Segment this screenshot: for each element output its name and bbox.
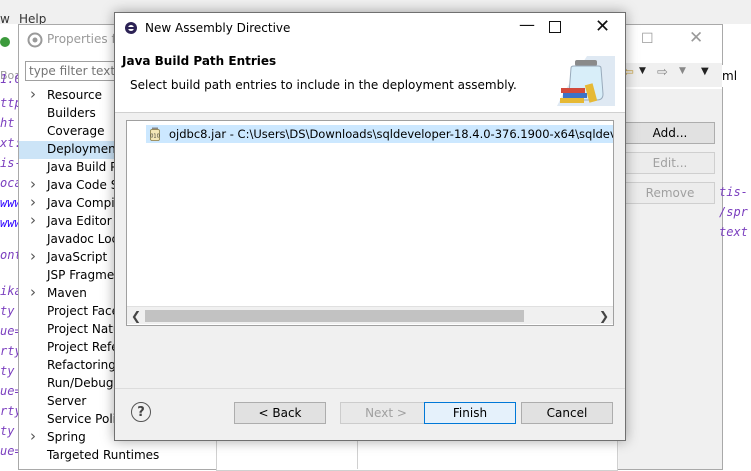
back-dropdown-icon[interactable]: ▼ bbox=[639, 66, 646, 76]
tree-item-label: Project Facet bbox=[47, 304, 124, 318]
close-icon[interactable]: ✕ bbox=[689, 28, 703, 48]
cancel-button[interactable]: Cancel bbox=[521, 402, 613, 424]
tree-item-label: Targeted Runtimes bbox=[47, 448, 160, 462]
entry-label: ojdbc8.jar - C:\Users\DS\Downloads\sqlde… bbox=[169, 127, 613, 141]
tree-item-label: Deployment bbox=[47, 142, 121, 156]
tree-item-label: Project Refer bbox=[47, 340, 124, 354]
eclipse-app-icon bbox=[125, 22, 137, 34]
forward-dropdown-icon[interactable]: ▼ bbox=[679, 66, 686, 76]
edit-button[interactable]: Edit... bbox=[625, 152, 715, 174]
dialog-titlebar: New Assembly Directive — ✕ bbox=[115, 13, 625, 44]
tree-item-label: Server bbox=[47, 394, 87, 408]
code-fragment: tis- bbox=[719, 185, 748, 199]
tree-item-label: Resource bbox=[47, 88, 103, 102]
dialog-title: New Assembly Directive bbox=[145, 21, 291, 35]
maximize-icon[interactable]: ☐ bbox=[641, 31, 654, 47]
run-icon bbox=[0, 37, 10, 47]
scrollbar-thumb[interactable] bbox=[145, 310, 524, 322]
dialog-header: Java Build Path Entries Select build pat… bbox=[115, 44, 625, 113]
properties-app-icon bbox=[27, 32, 43, 48]
editor-tab-tail-label: ml bbox=[722, 69, 738, 83]
add-button[interactable]: Add... bbox=[625, 122, 715, 144]
view-menu-icon[interactable]: ▼ bbox=[701, 66, 709, 77]
tree-item-label: Java Editor bbox=[47, 214, 112, 228]
code-fragment: ht bbox=[0, 116, 15, 130]
remove-button[interactable]: Remove bbox=[625, 182, 715, 204]
tree-item-label: JSP Fragmen bbox=[47, 268, 122, 282]
tree-item-label: Spring bbox=[47, 430, 86, 444]
code-fragment: ty bbox=[0, 364, 15, 378]
dialog-description: Select build path entries to include in … bbox=[130, 78, 517, 92]
footer-separator bbox=[115, 388, 625, 389]
background-code-right: tis- /spr text bbox=[719, 185, 751, 265]
list-item[interactable]: 010 ojdbc8.jar - C:\Users\DS\Downloads\s… bbox=[146, 125, 613, 143]
new-assembly-directive-dialog: New Assembly Directive — ✕ Java Build Pa… bbox=[114, 12, 626, 441]
properties-title: Properties fo bbox=[47, 32, 124, 46]
navigation-strip: ⇦ ▼ ⇨ ▼ ▼ bbox=[619, 63, 722, 87]
minimize-icon[interactable]: — bbox=[519, 15, 535, 34]
code-fragment: text bbox=[719, 225, 748, 239]
tree-item-label: Java Build Pa bbox=[47, 160, 125, 174]
code-fragment: /spr bbox=[719, 205, 748, 219]
chevron-right-icon[interactable]: › bbox=[30, 193, 40, 211]
jar-icon: 010 bbox=[150, 127, 160, 141]
editor-tab-tail[interactable]: ml bbox=[722, 65, 742, 87]
chevron-right-icon[interactable]: › bbox=[30, 211, 40, 229]
help-icon[interactable]: ? bbox=[131, 402, 151, 422]
properties-button-panel: Add... Edit... Remove bbox=[619, 89, 722, 469]
tree-item[interactable]: Targeted Runtimes bbox=[19, 447, 219, 465]
chevron-left-icon[interactable]: ❮ bbox=[131, 309, 141, 323]
tree-item-label: Java Code St bbox=[47, 178, 124, 192]
dialog-heading: Java Build Path Entries bbox=[122, 54, 277, 68]
close-icon[interactable]: ✕ bbox=[595, 16, 610, 37]
chevron-right-icon[interactable]: › bbox=[30, 175, 40, 193]
chevron-right-icon[interactable]: › bbox=[30, 247, 40, 265]
horizontal-scrollbar[interactable]: ❮ ❯ bbox=[127, 306, 613, 324]
chevron-right-icon[interactable]: › bbox=[30, 427, 40, 445]
chevron-right-icon[interactable]: › bbox=[30, 283, 40, 301]
maximize-icon[interactable] bbox=[549, 21, 561, 33]
tree-item-label: Maven bbox=[47, 286, 87, 300]
build-path-entries-list[interactable]: 010 ojdbc8.jar - C:\Users\DS\Downloads\s… bbox=[126, 120, 614, 326]
next-button[interactable]: Next > bbox=[340, 402, 432, 424]
tree-item-label: Builders bbox=[47, 106, 96, 120]
chevron-right-icon[interactable]: ❯ bbox=[599, 309, 609, 323]
chevron-right-icon[interactable]: › bbox=[30, 85, 40, 103]
tree-item-label: Coverage bbox=[47, 124, 105, 138]
svg-text:010: 010 bbox=[150, 134, 160, 140]
finish-button[interactable]: Finish bbox=[424, 402, 516, 424]
forward-nav-icon[interactable]: ⇨ bbox=[657, 65, 668, 80]
code-fragment: ty bbox=[0, 424, 15, 438]
jar-banner-icon bbox=[557, 56, 615, 106]
tree-item-label: Service Polic bbox=[47, 412, 123, 426]
back-button[interactable]: < Back bbox=[234, 402, 326, 424]
tree-item-label: JavaScript bbox=[47, 250, 108, 264]
code-fragment: ty bbox=[0, 304, 15, 318]
